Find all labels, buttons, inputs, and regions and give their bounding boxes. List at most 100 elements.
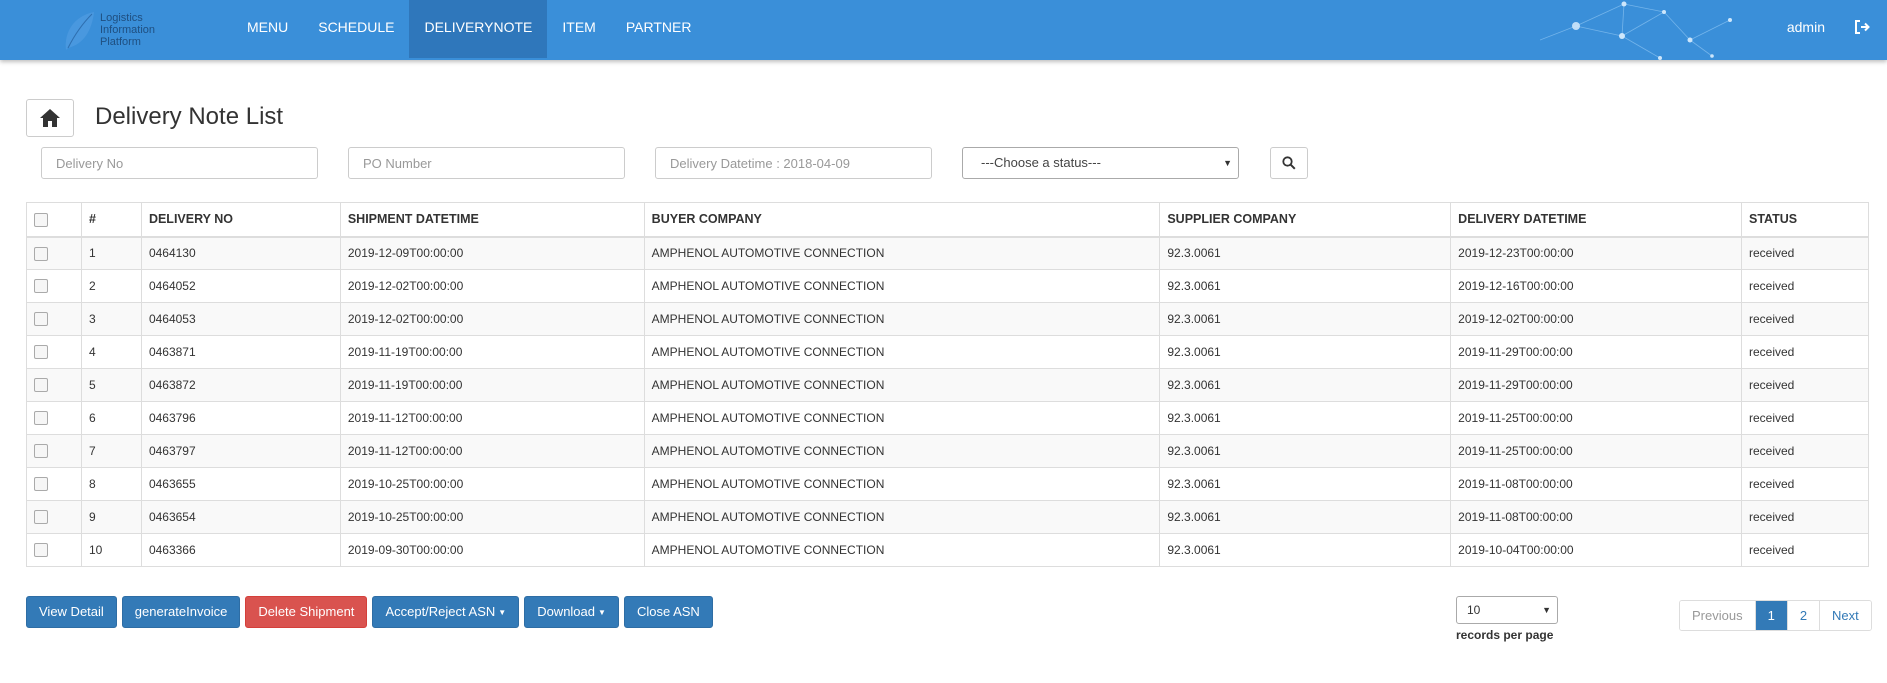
row-number-cell: 10 bbox=[80, 533, 142, 567]
status-cell: received bbox=[1741, 302, 1869, 336]
status-select-value: ---Choose a status--- bbox=[981, 155, 1101, 170]
row-checkbox[interactable] bbox=[34, 510, 48, 525]
search-button[interactable] bbox=[1270, 147, 1308, 179]
table-row[interactable]: 6 0463796 2019-11-12T00:00:00 AMPHENOL AUTO… bbox=[26, 401, 1869, 435]
status-cell: received bbox=[1741, 500, 1869, 534]
previous-page-button[interactable]: Previous bbox=[1680, 601, 1755, 630]
download-dropdown[interactable]: Download ▼ bbox=[524, 596, 619, 628]
generate-invoice-button[interactable]: generateInvoice bbox=[121, 596, 241, 628]
buyer-company-cell: AMPHENOL AUTOMOTIVE CONNECTION bbox=[643, 269, 1161, 303]
status-cell: received bbox=[1741, 401, 1869, 435]
download-label: Download bbox=[537, 604, 596, 619]
row-number-cell: 1 bbox=[80, 236, 142, 270]
row-checkbox[interactable] bbox=[34, 312, 48, 327]
column-header[interactable]: SUPPLIER COMPANY bbox=[1159, 202, 1452, 238]
main-nav: MENU SCHEDULE DELIVERYNOTE ITEM PARTNER bbox=[232, 0, 706, 58]
user-name[interactable]: admin bbox=[1787, 0, 1825, 54]
delete-shipment-button[interactable]: Delete Shipment bbox=[245, 596, 368, 628]
column-header[interactable]: BUYER COMPANY bbox=[643, 202, 1161, 238]
supplier-company-cell: 92.3.0061 bbox=[1159, 302, 1452, 336]
delivery-no-cell: 0463366 bbox=[140, 533, 341, 567]
table-row[interactable]: 2 0464052 2019-12-02T00:00:00 AMPHENOL AUTO… bbox=[26, 269, 1869, 303]
row-select-cell bbox=[26, 467, 82, 501]
delivery-datetime-cell: 2019-12-02T00:00:00 bbox=[1450, 302, 1742, 336]
home-button[interactable] bbox=[26, 99, 74, 137]
table-row[interactable]: 9 0463654 2019-10-25T00:00:00 AMPHENOL AUTO… bbox=[26, 500, 1869, 534]
row-checkbox[interactable] bbox=[34, 477, 48, 492]
caret-down-icon: ▼ bbox=[498, 607, 507, 617]
po-number-input[interactable] bbox=[348, 147, 625, 179]
network-decoration bbox=[1540, 1, 1732, 60]
buyer-company-cell: AMPHENOL AUTOMOTIVE CONNECTION bbox=[643, 401, 1161, 435]
status-select[interactable]: ---Choose a status--- ▼ bbox=[962, 147, 1239, 179]
delivery-no-cell: 0463655 bbox=[140, 467, 341, 501]
brand-text: Logistics Information Platform bbox=[100, 12, 155, 48]
records-per-page-select[interactable]: 10 ▼ bbox=[1456, 596, 1558, 624]
shipment-datetime-cell: 2019-11-19T00:00:00 bbox=[339, 335, 645, 369]
home-icon bbox=[40, 109, 60, 127]
table-row[interactable]: 4 0463871 2019-11-19T00:00:00 AMPHENOL AUTO… bbox=[26, 335, 1869, 369]
row-checkbox[interactable] bbox=[34, 444, 48, 459]
delivery-datetime-cell: 2019-11-08T00:00:00 bbox=[1450, 467, 1742, 501]
row-number-cell: 2 bbox=[80, 269, 142, 303]
row-select-cell bbox=[26, 236, 82, 270]
status-cell: received bbox=[1741, 269, 1869, 303]
row-number-cell: 9 bbox=[80, 500, 142, 534]
row-select-cell bbox=[26, 335, 82, 369]
supplier-company-cell: 92.3.0061 bbox=[1159, 401, 1452, 435]
row-checkbox[interactable] bbox=[34, 543, 48, 558]
page-button-2[interactable]: 2 bbox=[1786, 601, 1820, 630]
delivery-datetime-cell: 2019-12-16T00:00:00 bbox=[1450, 269, 1742, 303]
column-header[interactable]: STATUS bbox=[1741, 202, 1869, 238]
row-number-cell: 4 bbox=[80, 335, 142, 369]
supplier-company-cell: 92.3.0061 bbox=[1159, 269, 1452, 303]
next-page-button[interactable]: Next bbox=[1819, 601, 1871, 630]
nav-menu[interactable]: MENU bbox=[232, 0, 303, 58]
row-number-cell: 8 bbox=[80, 467, 142, 501]
buyer-company-cell: AMPHENOL AUTOMOTIVE CONNECTION bbox=[643, 467, 1161, 501]
row-checkbox[interactable] bbox=[34, 411, 48, 426]
delivery-datetime-cell: 2019-11-08T00:00:00 bbox=[1450, 500, 1742, 534]
supplier-company-cell: 92.3.0061 bbox=[1159, 533, 1452, 567]
view-detail-button[interactable]: View Detail bbox=[26, 596, 117, 628]
row-checkbox[interactable] bbox=[34, 246, 48, 261]
chevron-down-icon: ▼ bbox=[1542, 605, 1551, 615]
nav-item[interactable]: ITEM bbox=[547, 0, 610, 58]
column-header[interactable]: DELIVERY NO bbox=[140, 202, 341, 238]
nav-deliverynote[interactable]: DELIVERYNOTE bbox=[409, 0, 548, 58]
table-row[interactable]: 10 0463366 2019-09-30T00:00:00 AMPHENOL AUT… bbox=[26, 533, 1869, 567]
table-row[interactable]: 1 0464130 2019-12-09T00:00:00 AMPHENOL AUTO… bbox=[26, 236, 1869, 270]
delivery-no-input[interactable] bbox=[41, 147, 318, 179]
table-row[interactable]: 8 0463655 2019-10-25T00:00:00 AMPHENOL AUTO… bbox=[26, 467, 1869, 501]
supplier-company-cell: 92.3.0061 bbox=[1159, 368, 1452, 402]
delivery-datetime-input[interactable] bbox=[655, 147, 932, 179]
close-asn-button[interactable]: Close ASN bbox=[623, 596, 713, 628]
column-header[interactable]: DELIVERY DATETIME bbox=[1450, 202, 1742, 238]
table-row[interactable]: 3 0464053 2019-12-02T00:00:00 AMPHENOL AUTO… bbox=[26, 302, 1869, 336]
row-checkbox[interactable] bbox=[34, 279, 48, 294]
table-row[interactable]: 5 0463872 2019-11-19T00:00:00 AMPHENOL AUTO… bbox=[26, 368, 1869, 402]
nav-schedule[interactable]: SCHEDULE bbox=[303, 0, 409, 58]
shipment-datetime-cell: 2019-10-25T00:00:00 bbox=[339, 500, 645, 534]
table-row[interactable]: 7 0463797 2019-11-12T00:00:00 AMPHENOL AUTO… bbox=[26, 434, 1869, 468]
column-header[interactable]: SHIPMENT DATETIME bbox=[339, 202, 645, 238]
chevron-down-icon: ▼ bbox=[1223, 158, 1232, 168]
accept-reject-asn-label: Accept/Reject ASN bbox=[385, 604, 496, 619]
accept-reject-asn-dropdown[interactable]: Accept/Reject ASN ▼ bbox=[372, 596, 520, 628]
supplier-company-cell: 92.3.0061 bbox=[1159, 335, 1452, 369]
row-checkbox[interactable] bbox=[34, 378, 48, 393]
brand-logo[interactable]: Logistics Information Platform bbox=[62, 8, 182, 54]
caret-down-icon: ▼ bbox=[598, 607, 606, 617]
row-checkbox[interactable] bbox=[34, 345, 48, 360]
page-button-1[interactable]: 1 bbox=[1754, 601, 1787, 630]
nav-partner[interactable]: PARTNER bbox=[611, 0, 707, 58]
delivery-datetime-cell: 2019-11-29T00:00:00 bbox=[1450, 335, 1742, 369]
delivery-no-cell: 0464053 bbox=[140, 302, 341, 336]
supplier-company-cell: 92.3.0061 bbox=[1159, 467, 1452, 501]
select-all-checkbox[interactable] bbox=[34, 212, 48, 227]
table-header-row: # DELIVERY NO SHIPMENT DATETIME BUYER CO… bbox=[26, 202, 1869, 238]
top-navbar: Logistics Information Platform MENU SCHE… bbox=[0, 0, 1887, 60]
row-select-cell bbox=[26, 302, 82, 336]
logout-icon[interactable] bbox=[1853, 18, 1871, 36]
search-icon bbox=[1282, 156, 1296, 170]
